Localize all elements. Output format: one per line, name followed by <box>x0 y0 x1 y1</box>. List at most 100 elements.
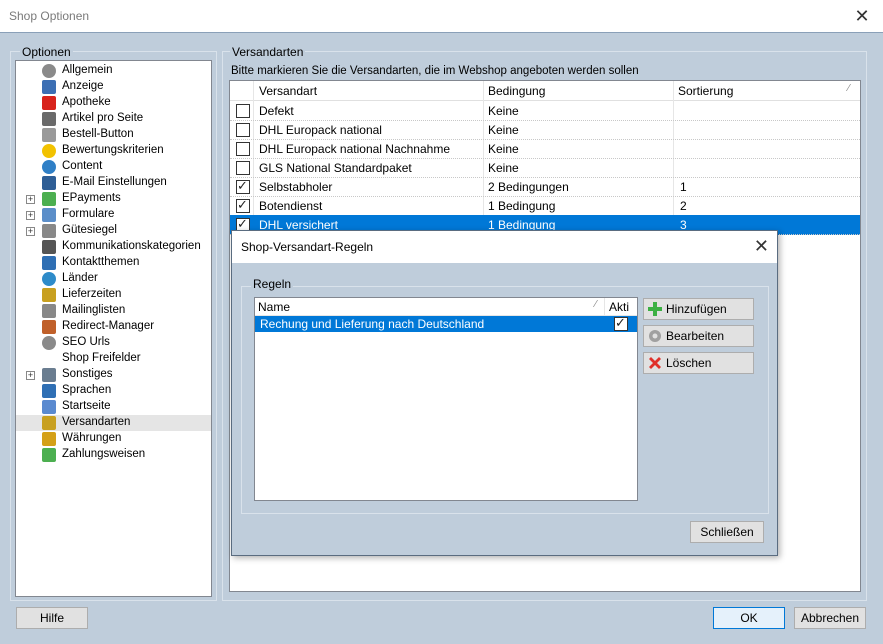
column-header-name[interactable]: Name <box>258 300 290 314</box>
tree-item[interactable]: Apotheke <box>16 95 211 111</box>
tree-item-label: Länder <box>62 272 98 284</box>
tree-item[interactable]: Startseite <box>16 399 211 415</box>
expand-icon[interactable]: + <box>26 371 35 380</box>
help-button[interactable]: Hilfe <box>16 607 88 629</box>
cell-name: DHL Europack national Nachnahme <box>259 142 450 156</box>
row-checkbox[interactable] <box>236 161 250 175</box>
list-icon <box>42 304 56 318</box>
window-title: Shop Optionen <box>9 9 90 23</box>
shipping-group-label: Versandarten <box>230 45 306 59</box>
cell-name: Selbstabholer <box>259 180 333 194</box>
tree-item[interactable]: Shop Freifelder <box>16 351 211 367</box>
tree-item[interactable]: E-Mail Einstellungen <box>16 175 211 191</box>
home-icon <box>42 400 56 414</box>
display-icon <box>42 80 56 94</box>
phone-icon <box>42 240 56 254</box>
cell-condition: Keine <box>488 104 519 118</box>
column-divider <box>604 298 605 315</box>
tree-item-label: Artikel pro Seite <box>62 112 144 124</box>
person-icon <box>42 256 56 270</box>
money-icon <box>42 448 56 462</box>
column-header-versandart[interactable]: Versandart <box>259 84 317 98</box>
row-checkbox[interactable] <box>236 178 250 194</box>
tree-item[interactable]: + EPayments <box>16 191 211 207</box>
ok-button[interactable]: OK <box>713 607 785 629</box>
rule-row[interactable]: Rechung und Lieferung nach Deutschland ✓ <box>255 315 637 332</box>
tree-item[interactable]: Artikel pro Seite <box>16 111 211 127</box>
pharmacy-icon <box>42 96 56 110</box>
tree-item[interactable]: Bestell-Button <box>16 127 211 143</box>
cancel-button[interactable]: Abbrechen <box>794 607 866 629</box>
tree-item[interactable]: + Gütesiegel <box>16 223 211 239</box>
options-tree[interactable]: Allgemein Anzeige Apotheke Artikel pro Seit… <box>15 60 212 597</box>
tree-item[interactable]: + Sonstiges <box>16 367 211 383</box>
cell-condition: 1 Bedingung <box>488 199 556 213</box>
tree-item[interactable]: Content <box>16 159 211 175</box>
rule-name: Rechung und Lieferung nach Deutschland <box>260 317 485 331</box>
row-checkbox[interactable] <box>236 104 250 118</box>
person-icon <box>42 384 56 398</box>
row-checkbox[interactable] <box>236 197 250 213</box>
edit-rule-button[interactable]: Bearbeiten <box>643 325 754 347</box>
gear-icon <box>42 336 56 350</box>
delete-icon <box>649 357 661 369</box>
expand-icon[interactable]: + <box>26 195 35 204</box>
tree-item[interactable]: Bewertungskriterien <box>16 143 211 159</box>
title-divider <box>0 32 883 33</box>
delete-rule-label: Löschen <box>666 356 712 370</box>
table-row[interactable]: Selbstabholer 2 Bedingungen 1 <box>230 177 860 197</box>
shipping-instruction: Bitte markieren Sie die Versandarten, di… <box>231 65 639 77</box>
tree-item[interactable]: Kontaktthemen <box>16 255 211 271</box>
tree-item-label: EPayments <box>62 192 121 204</box>
cell-condition: Keine <box>488 123 519 137</box>
rule-active-checkbox[interactable]: ✓ <box>614 315 628 331</box>
tree-item[interactable]: Redirect-Manager <box>16 319 211 335</box>
dialog-close-icon[interactable]: ✕ <box>754 236 769 256</box>
tree-item-label: Anzeige <box>62 80 104 92</box>
tree-item[interactable]: Länder <box>16 271 211 287</box>
rules-list[interactable]: Name ⁄ Akti Rechung und Lieferung nach D… <box>254 297 638 501</box>
globe-icon <box>42 160 56 174</box>
expand-icon[interactable]: + <box>26 227 35 236</box>
tree-item[interactable]: Allgemein <box>16 63 211 79</box>
delete-rule-button[interactable]: Löschen <box>643 352 754 374</box>
gear-icon <box>649 330 661 342</box>
expand-icon[interactable]: + <box>26 211 35 220</box>
column-header-bedingung[interactable]: Bedingung <box>488 84 545 98</box>
table-row[interactable]: DHL Europack national Keine <box>230 120 860 140</box>
tree-item-label: E-Mail Einstellungen <box>62 176 167 188</box>
grid-header: Versandart Bedingung Sortierung ⁄ <box>230 81 860 101</box>
cell-name: DHL Europack national <box>259 123 382 137</box>
tree-item[interactable]: Zahlungsweisen <box>16 447 211 463</box>
tree-item[interactable]: Versandarten <box>16 415 211 431</box>
tree-item-label: Content <box>62 160 103 172</box>
tree-item-label: Kontaktthemen <box>62 256 140 268</box>
close-icon[interactable]: ✕ <box>851 6 873 26</box>
tree-item-label: Shop Freifelder <box>62 352 141 364</box>
tree-item-label: Kommunikationskategorien <box>62 240 201 252</box>
tree-item[interactable]: Anzeige <box>16 79 211 95</box>
tree-item-label: Sonstiges <box>62 368 113 380</box>
counter-icon <box>42 112 56 126</box>
tree-item[interactable]: Mailinglisten <box>16 303 211 319</box>
tree-item[interactable]: + Formulare <box>16 207 211 223</box>
tree-item[interactable]: Lieferzeiten <box>16 287 211 303</box>
table-row[interactable]: Botendienst 1 Bedingung 2 <box>230 196 860 216</box>
plus-icon <box>648 302 662 316</box>
add-rule-button[interactable]: Hinzufügen <box>643 298 754 320</box>
row-checkbox[interactable] <box>236 142 250 156</box>
tree-item[interactable]: Sprachen <box>16 383 211 399</box>
tree-item-label: Sprachen <box>62 384 112 396</box>
row-checkbox[interactable] <box>236 123 250 137</box>
column-header-active[interactable]: Akti <box>609 300 629 314</box>
table-row[interactable]: Defekt Keine <box>230 101 860 121</box>
tree-item[interactable]: SEO Urls <box>16 335 211 351</box>
tree-item[interactable]: Währungen <box>16 431 211 447</box>
cell-condition: Keine <box>488 161 519 175</box>
tree-item[interactable]: Kommunikationskategorien <box>16 239 211 255</box>
tree-item-label: Mailinglisten <box>62 304 126 316</box>
column-header-sortierung[interactable]: Sortierung <box>678 84 733 98</box>
dialog-close-button[interactable]: Schließen <box>690 521 764 543</box>
table-row[interactable]: GLS National Standardpaket Keine <box>230 158 860 178</box>
table-row[interactable]: DHL Europack national Nachnahme Keine <box>230 139 860 159</box>
